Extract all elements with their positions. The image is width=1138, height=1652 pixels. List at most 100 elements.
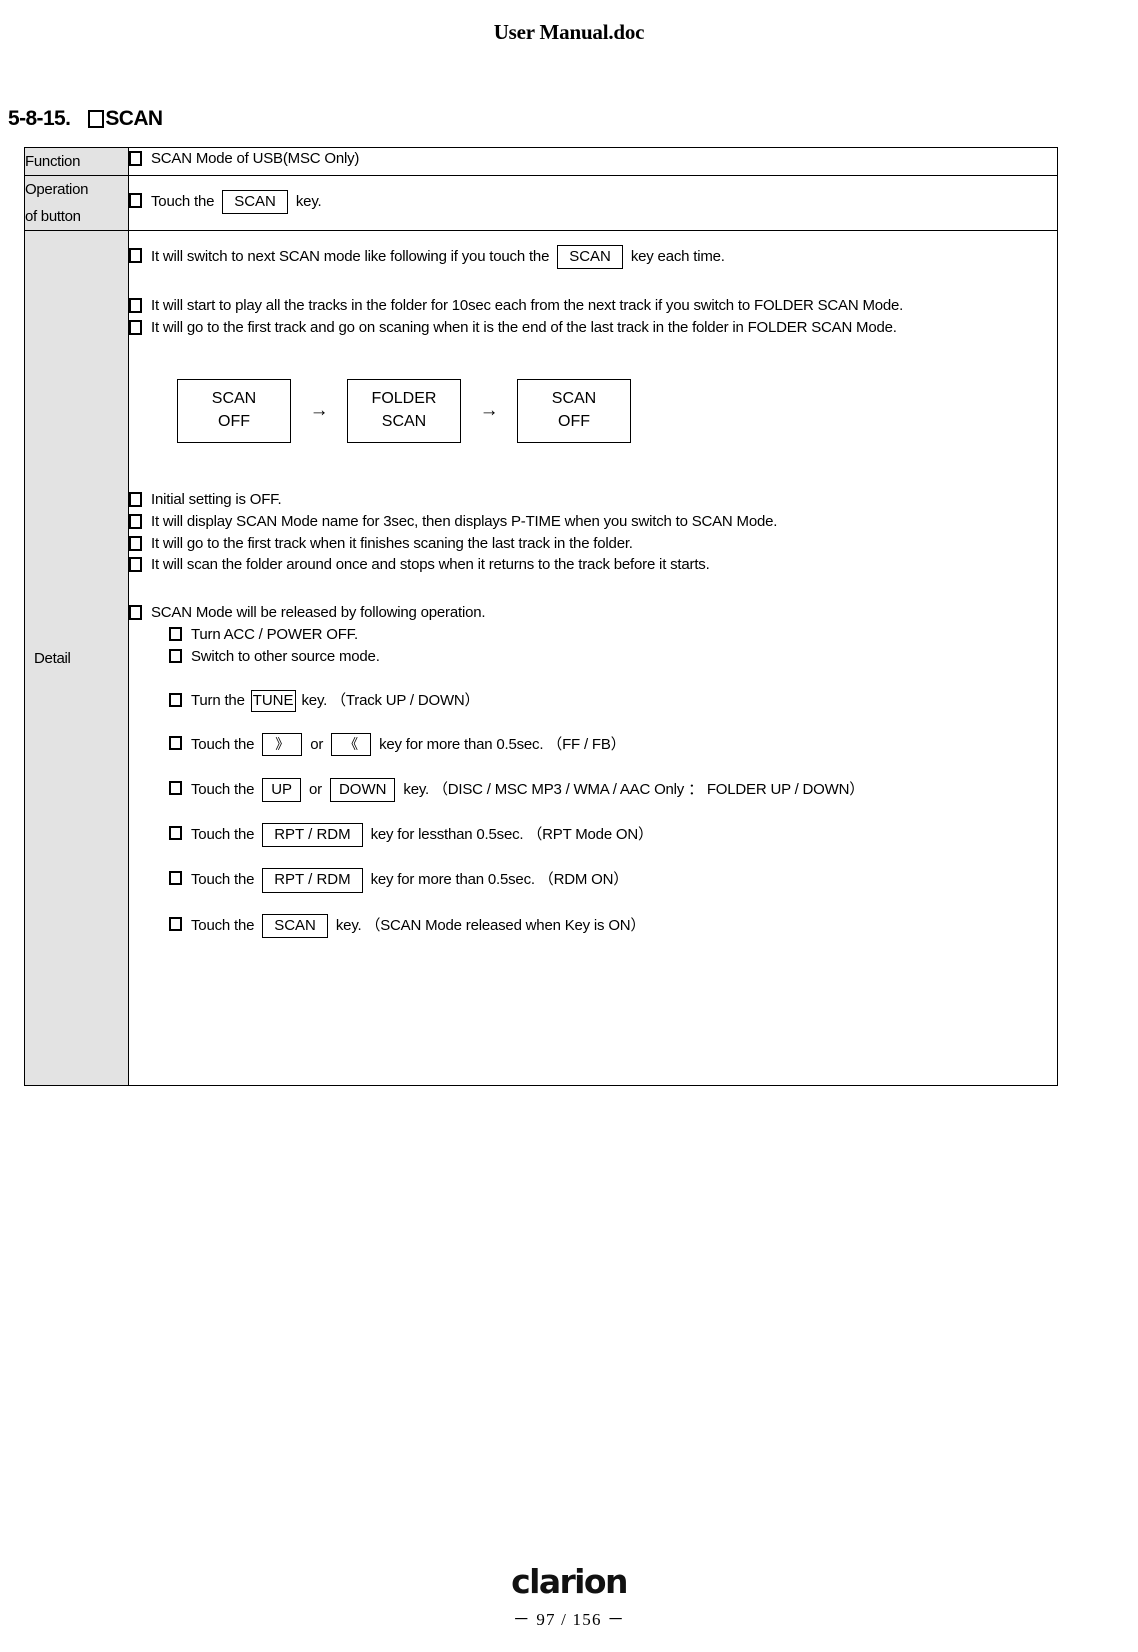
key-fast-forward[interactable]: 》 bbox=[262, 733, 303, 757]
checkbox-square-icon bbox=[169, 780, 182, 795]
flow-box-line2: OFF bbox=[558, 412, 590, 430]
flow-box-line2: OFF bbox=[218, 412, 250, 430]
operation-suffix: key. bbox=[295, 192, 322, 210]
detail-intro: It will switch to next SCAN mode like fo… bbox=[151, 245, 1057, 270]
release-item-text: Switch to other source mode. bbox=[191, 648, 380, 666]
list-item: SCAN Mode of USB(MSC Only) bbox=[129, 148, 1057, 170]
checkbox-square-icon bbox=[129, 298, 142, 314]
key-rpt-rdm[interactable]: RPT / RDM bbox=[262, 868, 363, 893]
checkbox-square-icon bbox=[169, 626, 182, 641]
detail-bullet: It will go to the first track when it fi… bbox=[151, 534, 633, 552]
release-item-text: Turn the TUNE key. （Track UP / DOWN） bbox=[191, 689, 480, 713]
section-number: 5-8-15. bbox=[8, 107, 71, 130]
list-item: Touch the UP or DOWN key. （DISC / MSC MP… bbox=[169, 777, 1057, 803]
checkbox-square-icon bbox=[129, 192, 142, 208]
release-prefix: Touch the bbox=[191, 826, 255, 844]
flow-box-scan-off: SCAN OFF bbox=[177, 378, 291, 444]
checkbox-square-icon bbox=[129, 248, 142, 263]
detail-bullet: It will display SCAN Mode name for 3sec,… bbox=[151, 512, 778, 530]
page-number: － 97 / 156 － bbox=[512, 1610, 626, 1629]
release-suffix: key for more than 0.5sec. （RDM ON） bbox=[370, 871, 629, 889]
key-down[interactable]: DOWN bbox=[329, 777, 396, 803]
row-content-detail: It will switch to next SCAN mode like fo… bbox=[128, 230, 1058, 1086]
list-item: It will switch to next SCAN mode like fo… bbox=[129, 245, 1057, 270]
checkbox-square-icon bbox=[129, 535, 142, 551]
list-item: It will display SCAN Mode name for 3sec,… bbox=[129, 511, 1057, 533]
release-suffix: key. （Track UP / DOWN） bbox=[301, 691, 480, 709]
flow-box-line1: FOLDER bbox=[371, 389, 437, 407]
key-up[interactable]: UP bbox=[262, 777, 302, 803]
list-item: It will scan the folder around once and … bbox=[129, 554, 1057, 576]
list-item: Touch the RPT / RDM key for lessthan 0.5… bbox=[169, 823, 1057, 848]
release-prefix: Turn the bbox=[191, 691, 245, 709]
release-item-text: Touch the RPT / RDM key for more than 0.… bbox=[191, 868, 629, 893]
section-title: SCAN bbox=[105, 107, 163, 130]
release-prefix: Touch the bbox=[191, 736, 255, 754]
row-label-function: Function bbox=[24, 147, 129, 176]
flow-box-scan-off-2: SCAN OFF bbox=[517, 378, 631, 444]
table-row-operation: Operation of button Touch the SCAN key. bbox=[24, 175, 1058, 231]
list-item: Initial setting is OFF. bbox=[129, 489, 1057, 511]
row-content-operation: Touch the SCAN key. bbox=[128, 175, 1058, 231]
release-prefix: Touch the bbox=[191, 916, 255, 934]
flow-box-line2: SCAN bbox=[381, 412, 427, 430]
release-operations-list: Turn ACC / POWER OFF. Switch to other so… bbox=[169, 624, 1057, 938]
release-item-text: Touch the UP or DOWN key. （DISC / MSC MP… bbox=[191, 777, 865, 803]
release-suffix: key for lessthan 0.5sec. （RPT Mode ON） bbox=[370, 826, 653, 844]
key-tune[interactable]: TUNE bbox=[250, 689, 296, 713]
key-rewind[interactable]: 《 bbox=[331, 733, 372, 757]
page-footer: clarion － 97 / 156 － bbox=[0, 1565, 1138, 1630]
release-suffix: key. （DISC / MSC MP3 / WMA / AAC Only ： … bbox=[403, 780, 865, 798]
row-label-operation-line1: Operation bbox=[25, 181, 89, 198]
flow-box-line1: SCAN bbox=[551, 389, 597, 407]
flow-box-line1: SCAN bbox=[211, 389, 257, 407]
release-item-text: Touch the 》 or 《 key for more than 0.5se… bbox=[191, 733, 626, 757]
checkbox-square-icon bbox=[129, 151, 142, 166]
detail-intro-suffix: key each time. bbox=[630, 248, 725, 265]
list-item: Turn ACC / POWER OFF. bbox=[169, 624, 1057, 647]
list-item: It will go to the first track when it fi… bbox=[129, 533, 1057, 555]
list-item: Touch the SCAN key. bbox=[129, 189, 322, 215]
detail-intro-prefix: It will switch to next SCAN mode like fo… bbox=[151, 248, 550, 265]
release-suffix: key. （SCAN Mode released when Key is ON） bbox=[335, 916, 646, 934]
row-label-operation-line2: of button bbox=[25, 208, 81, 225]
operation-prefix: Touch the bbox=[151, 192, 215, 210]
list-item: Touch the SCAN key. （SCAN Mode released … bbox=[169, 913, 1057, 938]
checkbox-square-icon bbox=[129, 557, 142, 573]
checkbox-square-icon bbox=[169, 871, 182, 886]
release-prefix: Touch the bbox=[191, 871, 255, 889]
release-heading: SCAN Mode will be released by following … bbox=[151, 604, 486, 622]
release-mid: or bbox=[309, 780, 322, 798]
release-item-text: Touch the RPT / RDM key for lessthan 0.5… bbox=[191, 823, 653, 848]
table-row-detail: Detail It will switch to next SCAN mode … bbox=[24, 230, 1058, 1086]
detail-bullet: It will go to the first track and go on … bbox=[151, 319, 897, 336]
row-label-detail: Detail bbox=[24, 230, 129, 1086]
document-header-title: User Manual.doc bbox=[493, 20, 645, 44]
checkbox-square-icon bbox=[129, 605, 142, 621]
key-scan[interactable]: SCAN bbox=[557, 245, 623, 270]
list-item: Turn the TUNE key. （Track UP / DOWN） bbox=[169, 689, 1057, 713]
scan-mode-flow-diagram: SCAN OFF → FOLDER SCAN → SCAN OFF bbox=[177, 378, 1057, 444]
checkbox-square-icon bbox=[129, 320, 142, 335]
checkbox-square-icon bbox=[88, 110, 105, 128]
list-item: It will start to play all the tracks in … bbox=[129, 295, 1057, 317]
flow-box-folder-scan: FOLDER SCAN bbox=[347, 378, 461, 444]
key-rpt-rdm[interactable]: RPT / RDM bbox=[262, 823, 363, 848]
row-content-function: SCAN Mode of USB(MSC Only) bbox=[128, 147, 1058, 176]
key-scan[interactable]: SCAN bbox=[222, 189, 288, 215]
checkbox-square-icon bbox=[169, 826, 182, 841]
function-description: SCAN Mode of USB(MSC Only) bbox=[151, 150, 360, 167]
checkbox-square-icon bbox=[169, 692, 182, 707]
release-item-text: Turn ACC / POWER OFF. bbox=[191, 625, 358, 643]
release-mid: or bbox=[310, 736, 324, 754]
list-item: SCAN Mode will be released by following … bbox=[129, 602, 1057, 624]
clarion-logo: clarion bbox=[511, 1562, 628, 1601]
checkbox-square-icon bbox=[169, 916, 182, 931]
release-item-text: Touch the SCAN key. （SCAN Mode released … bbox=[191, 913, 646, 938]
release-prefix: Touch the bbox=[191, 780, 255, 798]
checkbox-square-icon bbox=[169, 736, 182, 751]
key-scan[interactable]: SCAN bbox=[262, 913, 328, 938]
arrow-right-icon: → bbox=[479, 399, 499, 421]
section-heading: 5-8-15. SCAN bbox=[8, 107, 1138, 131]
